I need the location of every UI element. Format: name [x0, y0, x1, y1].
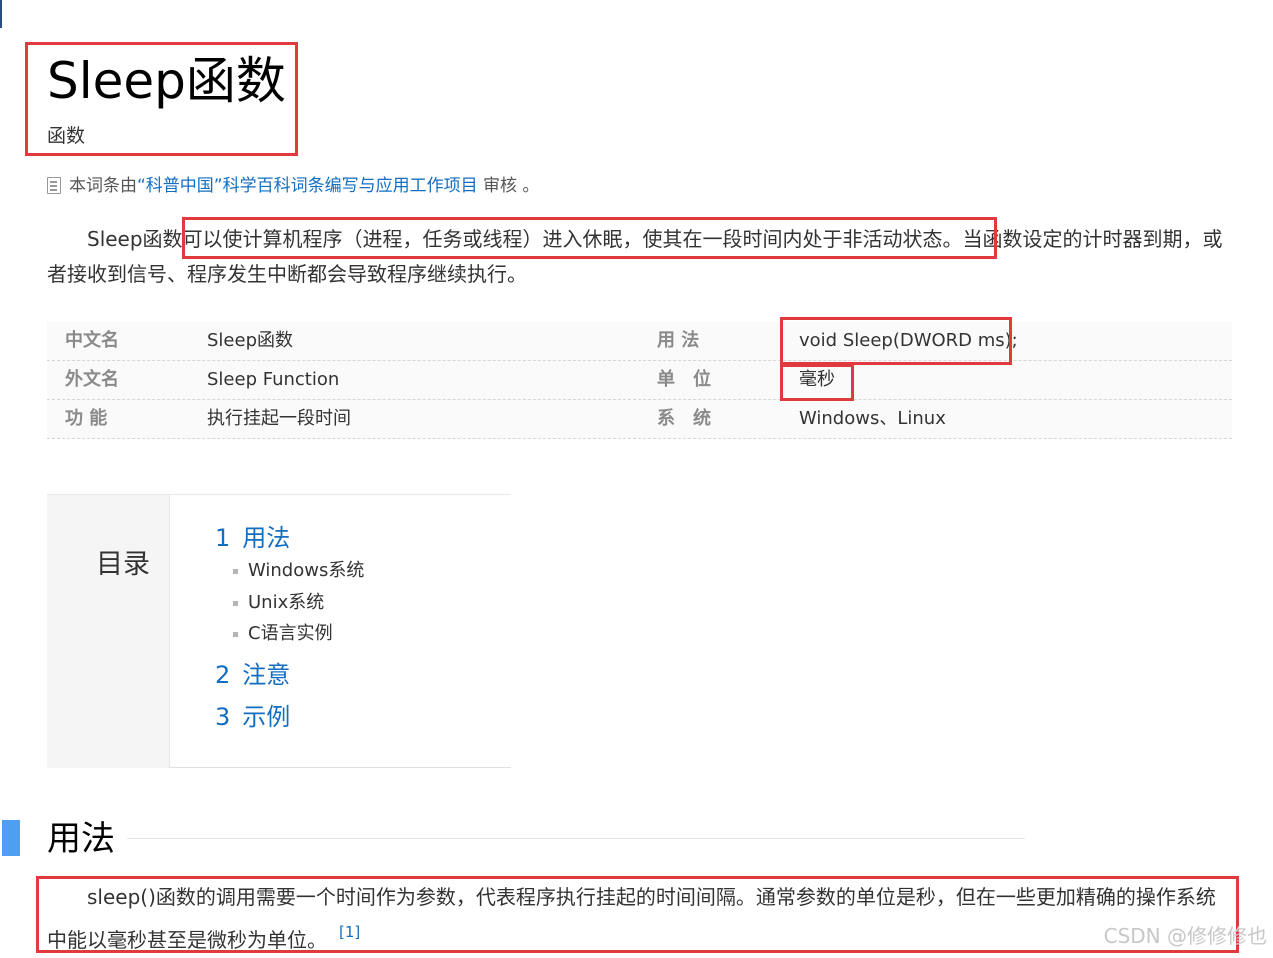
info-key: 功 能	[65, 408, 108, 429]
info-table: 中文名 Sleep函数 用 法 void Sleep(DWORD ms); 外文…	[47, 322, 1232, 439]
review-note: 本词条由“科普中国”科学百科词条编写与应用工作项目 审核 。	[47, 173, 539, 199]
info-key: 中文名	[65, 330, 119, 351]
annotation-box-title	[25, 42, 298, 156]
info-row: 功 能 执行挂起一段时间 系 统 Windows、Linux	[47, 400, 1232, 439]
annotation-box-usage-value	[780, 317, 1012, 365]
toc-sidebar: 目录	[47, 495, 170, 768]
section-accent-bar	[2, 820, 20, 856]
info-value: Sleep Function	[207, 369, 340, 390]
table-of-contents: 目录 1 用法 Windows系统 Unix系统 C语言实例 2 注意 3 示例	[47, 494, 511, 768]
info-row: 中文名 Sleep函数 用 法 void Sleep(DWORD ms);	[47, 322, 1232, 361]
toc-item-examples[interactable]: 3 示例	[215, 701, 290, 733]
review-project-link[interactable]: “科普中国”科学百科词条编写与应用工作项目	[137, 176, 478, 196]
info-key: 外文名	[65, 369, 119, 390]
info-row: 外文名 Sleep Function 单 位 毫秒	[47, 361, 1232, 400]
info-value: Sleep函数	[207, 330, 294, 351]
toc-subitem-c-example[interactable]: C语言实例	[233, 620, 333, 648]
info-key: 单 位	[657, 369, 711, 390]
toc-item-usage[interactable]: 1 用法	[215, 522, 290, 554]
review-note-suffix: 审核 。	[477, 176, 540, 196]
annotation-box-intro	[182, 217, 997, 259]
toc-subitem-unix[interactable]: Unix系统	[233, 589, 324, 617]
toc-heading: 目录	[96, 549, 150, 580]
section-title: 用法	[47, 819, 115, 859]
info-key: 用 法	[657, 330, 700, 351]
bullet-icon	[233, 600, 238, 606]
info-value: 执行挂起一段时间	[207, 408, 351, 429]
info-key: 系 统	[657, 408, 711, 429]
document-icon	[47, 177, 61, 194]
info-value: Windows、Linux	[799, 408, 946, 429]
annotation-box-usage-paragraph	[36, 876, 1239, 953]
annotation-box-unit-value	[780, 364, 854, 401]
section-divider	[127, 838, 1025, 839]
bullet-icon	[233, 568, 238, 574]
review-note-prefix: 本词条由	[69, 176, 137, 196]
toc-item-notes[interactable]: 2 注意	[215, 659, 290, 691]
toc-subitem-windows[interactable]: Windows系统	[233, 557, 364, 585]
watermark: CSDN @修修修也	[1103, 924, 1267, 948]
intro-lead: Sleep函数	[87, 227, 183, 251]
left-edge-bar	[0, 0, 2, 28]
bullet-icon	[233, 631, 238, 637]
